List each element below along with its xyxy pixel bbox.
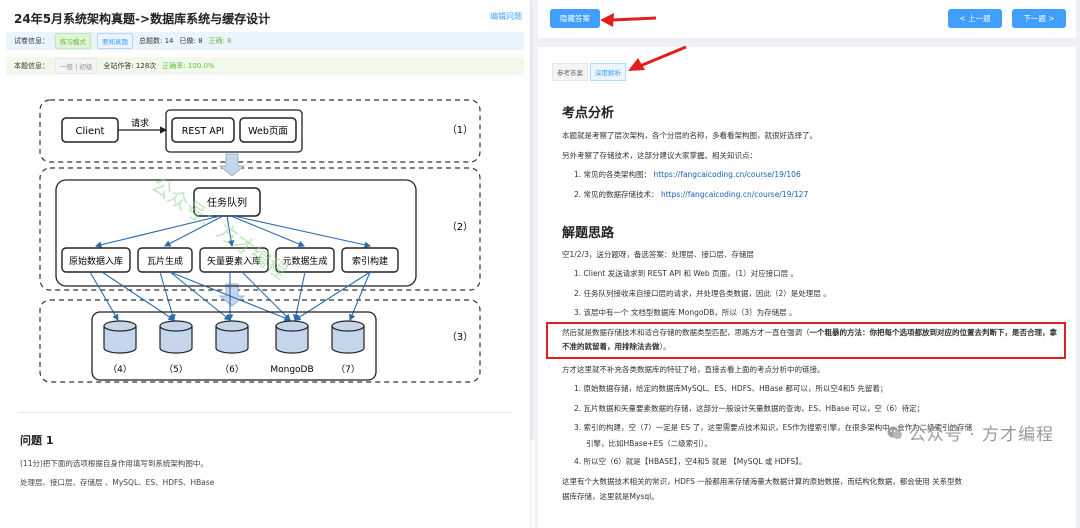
- paragraph: 据库存储，这里就是Mysql。: [562, 492, 659, 501]
- wechat-icon: [887, 426, 902, 439]
- list-item: 1. Client 发送请求到 REST API 和 Web 页面，（1）对应接…: [574, 269, 798, 278]
- question-panel: 24年5月系统架构真题->数据库系统与缓存设计 编辑问题 试卷信息： 练习模式 …: [0, 0, 530, 528]
- accuracy-rate: 正确率: 100.0%: [162, 62, 215, 70]
- correct-count: 正确: 8: [208, 37, 232, 45]
- list-item: 3. 该层中有一个 文档型数据库 MongoDB，所以（3）为存储层 。: [574, 308, 797, 317]
- task-queue-label: 任务队列: [207, 196, 247, 209]
- done-count: 已做: 8: [179, 37, 203, 45]
- paragraph: 这里有个大数据技术相关的常识，HDFS 一般都用来存储海量大数据计算的原始数据，…: [562, 477, 963, 486]
- db-label: （6）: [220, 364, 244, 375]
- exam-info-label: 试卷信息：: [14, 37, 49, 45]
- db-label: （7）: [336, 364, 360, 375]
- layer-2-label: （2）: [447, 221, 473, 233]
- section-heading-solution: 解题思路: [562, 226, 615, 241]
- module-label: 索引构建: [352, 255, 388, 267]
- architecture-link[interactable]: https://fangcaicoding.cn/course/19/106: [653, 170, 800, 179]
- link-label: 1. 常见的各类架构图：: [574, 170, 652, 179]
- analysis-panel: 参考答案 深度解析 考点分析 本题就是考察了层次架构，各个分层的名称，多看看架构…: [538, 47, 1076, 528]
- prev-question-button[interactable]: < 上一题: [948, 9, 1002, 28]
- site-answer-count: 全站作答: 128次: [103, 62, 157, 70]
- question-title: 问题 1: [20, 434, 54, 447]
- question-options: 处理层、接口层、存储层 、MySQL、ES、HDFS、HBase: [20, 478, 215, 487]
- hide-answer-button[interactable]: 隐藏答案: [550, 9, 600, 28]
- section-heading-analysis: 考点分析: [562, 106, 615, 121]
- layer-3-label: （3）: [447, 331, 473, 343]
- page-watermark: 公众号 · 方才编程: [887, 420, 1054, 445]
- list-item: 2. 常见的数据存储技术： https://fangcaicoding.cn/c…: [574, 188, 1044, 202]
- list-item: 1. 原始数据存储，给定的数据库MySQL、ES、HDFS、HBase 都可以，…: [574, 384, 888, 393]
- client-label: Client: [76, 126, 105, 137]
- practice-mode-tag[interactable]: 练习模式: [55, 33, 91, 49]
- annotation-arrow: [600, 13, 657, 27]
- rest-api-label: REST API: [182, 126, 225, 137]
- module-label: 原始数据入库: [69, 255, 123, 267]
- tab-reference-answer[interactable]: 参考答案: [552, 63, 588, 81]
- list-item: 1. 常见的各类架构图： https://fangcaicoding.cn/co…: [574, 168, 1044, 182]
- list-item: 2. 任务队列接收来自接口层的请求，并处理各类数据，因此（2）是处理层 。: [574, 289, 831, 298]
- total-questions: 总题数: 14: [139, 37, 174, 45]
- question-text: (11分)把下面的选项根据自身作用填写到系统架构图中。: [20, 459, 208, 468]
- watermark-text: 公众号 · 方才编程: [908, 425, 1054, 445]
- exam-type-tag[interactable]: 要闻真题: [97, 33, 133, 49]
- architecture-diagram: Client 请求 REST API Web页面 （1） 任务队列 原始数据入库…: [39, 99, 481, 383]
- storage-link[interactable]: https://fangcaicoding.cn/course/19/127: [661, 190, 808, 199]
- answer-tabs: 参考答案 深度解析: [552, 63, 626, 81]
- request-label: 请求: [131, 117, 149, 129]
- exam-info-bar: 试卷信息： 练习模式 要闻真题 总题数: 14 已做: 8 正确: 8: [6, 32, 524, 50]
- highlighted-paragraph: 然后就是数据存储技术和适合存储的数据类型匹配，思路方才一直在强调（一个粗暴的方法…: [562, 326, 1062, 354]
- annotation-arrow: [628, 45, 687, 71]
- paragraph: 方才这里就不补充各类数据库的特征了哈，直接去看上面的考点分析中的链接。: [562, 365, 825, 374]
- title-row: 24年5月系统架构真题->数据库系统与缓存设计 编辑问题: [14, 8, 522, 26]
- highlight-text: 然后就是数据存储技术和适合存储的数据类型匹配，思路方才一直在强调（: [562, 328, 810, 337]
- link-label: 2. 常见的数据存储技术：: [574, 190, 659, 199]
- web-page-label: Web页面: [248, 126, 288, 137]
- highlight-end: ）。: [659, 342, 671, 351]
- paragraph: 另外考察了存储技术，这部分建议大家掌握。相关知识点：: [562, 151, 757, 160]
- layer-1-label: （1）: [447, 124, 473, 136]
- db-label: （5）: [164, 364, 188, 375]
- question-set-title: 24年5月系统架构真题->数据库系统与缓存设计: [14, 12, 271, 26]
- paragraph: 空1/2/3，送分题呀，备选答案：处理层、接口层、存储层: [562, 250, 754, 259]
- divider: [18, 412, 512, 413]
- difficulty-tag: 一般 | 初级: [55, 58, 98, 74]
- edit-question-link[interactable]: 编辑问题: [490, 11, 522, 22]
- question-info-bar: 本题信息： 一般 | 初级 全站作答: 128次 正确率: 100.0%: [6, 57, 524, 75]
- next-question-button[interactable]: 下一题 >: [1012, 9, 1066, 28]
- paragraph: 本题就是考察了层次架构，各个分层的名称，多看看架构图，就很好选择了。: [562, 131, 817, 140]
- question-info-label: 本题信息：: [14, 62, 49, 70]
- list-item: 4. 所以空（6）就是【HBASE】，空4和5 就是 【MySQL 或 HDFS…: [574, 457, 807, 466]
- list-item: 2. 瓦片数据和矢量要素数据的存储，这部分一般设计矢量数据的查询，ES、HBas…: [574, 404, 925, 413]
- module-label: 瓦片生成: [147, 255, 183, 267]
- db-label: （4）: [108, 364, 132, 375]
- tab-deep-analysis[interactable]: 深度解析: [590, 63, 626, 81]
- db-label: MongoDB: [270, 365, 313, 375]
